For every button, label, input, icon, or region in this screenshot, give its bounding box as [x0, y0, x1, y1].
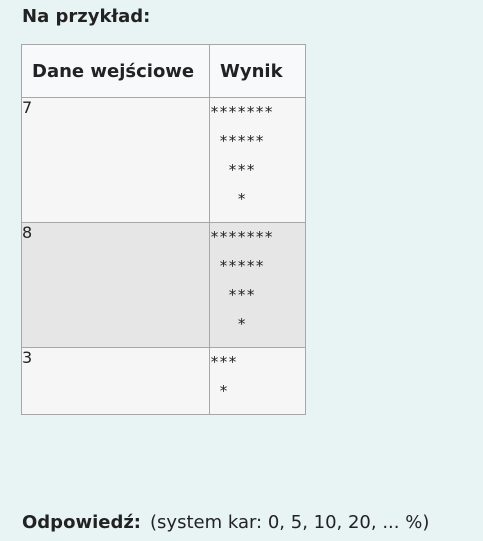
output-cell: *** * [209, 347, 306, 415]
table-row: 7 ******* ***** *** * [21, 97, 306, 223]
output-cell: ******* ***** *** * [209, 222, 306, 348]
scoring-hint: (system kar: 0, 5, 10, 20, ... %) [150, 512, 430, 533]
input-cell: 3 [21, 347, 210, 415]
table-row: 3 *** * [21, 347, 306, 415]
input-cell: 8 [21, 222, 210, 348]
table-header-row: Dane wejściowe Wynik [21, 44, 306, 98]
column-header-input: Dane wejściowe [21, 44, 210, 98]
output-cell: ******* ***** *** * [209, 97, 306, 223]
answer-label: Odpowiedź: [22, 512, 142, 533]
input-cell: 7 [21, 97, 210, 223]
output-stars: *** * [210, 353, 238, 400]
table-row: 8 ******* ***** *** * [21, 222, 306, 348]
example-heading: Na przykład: [22, 6, 151, 27]
examples-table: Dane wejściowe Wynik 7 ******* ***** ***… [21, 44, 306, 415]
output-stars: ******* ***** *** * [210, 228, 274, 333]
column-header-output: Wynik [209, 44, 306, 98]
output-stars: ******* ***** *** * [210, 103, 274, 208]
answer-section: Odpowiedź: (system kar: 0, 5, 10, 20, ...… [22, 510, 429, 536]
